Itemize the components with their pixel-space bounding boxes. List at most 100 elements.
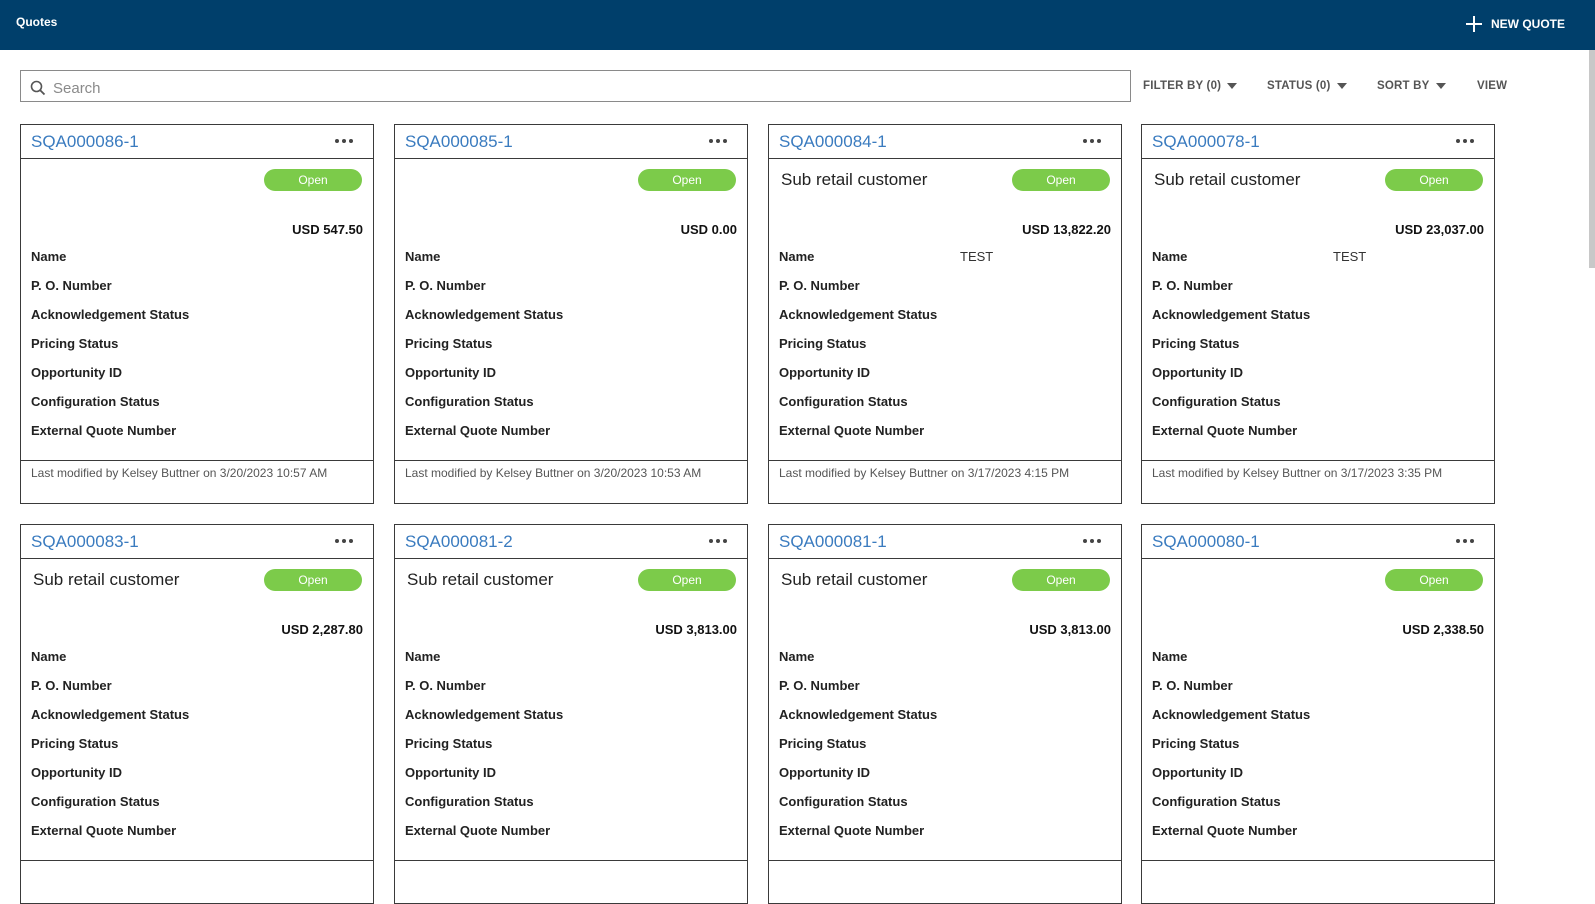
last-modified-text: Last modified by Kelsey Buttner on 3/20/…	[405, 466, 702, 480]
card-divider	[769, 860, 1121, 861]
status-badge: Open	[1385, 569, 1483, 591]
field-label-config-status: Configuration Status	[31, 794, 160, 809]
field-label-name: Name	[1152, 249, 1188, 264]
field-label-po-number: P. O. Number	[1152, 678, 1233, 693]
customer-name: Sub retail customer	[1154, 170, 1301, 189]
new-quote-button[interactable]: NEW QUOTE	[1465, 13, 1565, 35]
card-header: SQA000080-1	[1142, 525, 1494, 559]
field-label-po-number: P. O. Number	[405, 678, 486, 693]
status-badge: Open	[638, 169, 736, 191]
quote-id-link[interactable]: SQA000081-2	[405, 532, 513, 552]
more-options-icon[interactable]	[335, 139, 353, 143]
customer-name: Sub retail customer	[33, 570, 180, 589]
field-label-opportunity-id: Opportunity ID	[1152, 765, 1243, 780]
quote-amount: USD 13,822.20	[1022, 222, 1111, 237]
quote-amount: USD 23,037.00	[1395, 222, 1484, 237]
more-options-icon[interactable]	[709, 139, 727, 143]
field-label-pricing-status: Pricing Status	[405, 736, 493, 751]
card-divider	[21, 460, 373, 461]
last-modified-text: Last modified by Kelsey Buttner on 3/17/…	[779, 466, 1070, 480]
field-label-opportunity-id: Opportunity ID	[405, 365, 496, 380]
card-divider	[395, 460, 747, 461]
quote-card[interactable]: SQA000081-1 Sub retail customer Open USD 3,…	[768, 524, 1122, 904]
more-options-icon[interactable]	[1456, 139, 1474, 143]
card-divider	[1142, 460, 1494, 461]
more-options-icon[interactable]	[709, 539, 727, 543]
field-label-opportunity-id: Opportunity ID	[405, 765, 496, 780]
card-header: SQA000081-2	[395, 525, 747, 559]
last-modified-text: Last modified by Kelsey Buttner on 3/20/…	[31, 466, 328, 480]
field-label-po-number: P. O. Number	[31, 278, 112, 293]
caret-down-icon	[1227, 83, 1238, 89]
status-badge: Open	[638, 569, 736, 591]
field-label-pricing-status: Pricing Status	[1152, 736, 1240, 751]
field-label-pricing-status: Pricing Status	[405, 336, 493, 351]
field-label-pricing-status: Pricing Status	[1152, 336, 1240, 351]
name-value: TEST	[960, 249, 994, 264]
quote-card[interactable]: SQA000081-2 Sub retail customer Open USD 3,…	[394, 524, 748, 904]
field-label-po-number: P. O. Number	[31, 678, 112, 693]
field-label-config-status: Configuration Status	[405, 394, 534, 409]
sort-by-label: SORT BY	[1377, 80, 1430, 92]
field-label-name: Name	[1152, 649, 1188, 664]
quote-id-link[interactable]: SQA000085-1	[405, 132, 513, 152]
field-label-config-status: Configuration Status	[1152, 794, 1281, 809]
status-badge: Open	[1012, 169, 1110, 191]
status-badge: Open	[1385, 169, 1483, 191]
field-label-external-quote: External Quote Number	[1152, 423, 1298, 438]
field-label-name: Name	[779, 249, 815, 264]
more-options-icon[interactable]	[1456, 539, 1474, 543]
card-header: SQA000083-1	[21, 525, 373, 559]
field-label-external-quote: External Quote Number	[779, 823, 925, 838]
sort-by-dropdown[interactable]: SORT BY	[1377, 80, 1446, 92]
caret-down-icon	[1336, 83, 1347, 89]
quote-card[interactable]: SQA000085-1 Open USD 0.00 Name P. O. Number A…	[394, 124, 748, 504]
filter-by-label: FILTER BY (0)	[1143, 80, 1222, 92]
field-label-po-number: P. O. Number	[405, 278, 486, 293]
quote-card[interactable]: SQA000084-1 Sub retail customer Open USD 13…	[768, 124, 1122, 504]
more-options-icon[interactable]	[1083, 539, 1101, 543]
status-dropdown[interactable]: STATUS (0)	[1267, 80, 1347, 92]
field-label-pricing-status: Pricing Status	[779, 736, 867, 751]
view-button[interactable]: VIEW	[1477, 80, 1507, 92]
search-box[interactable]	[20, 70, 1131, 102]
quote-card[interactable]: SQA000080-1 Open USD 2,338.50 Name P. O. Num…	[1141, 524, 1495, 904]
card-header: SQA000081-1	[769, 525, 1121, 559]
field-label-external-quote: External Quote Number	[405, 823, 551, 838]
field-label-config-status: Configuration Status	[779, 394, 908, 409]
quote-id-link[interactable]: SQA000078-1	[1152, 132, 1260, 152]
quote-id-link[interactable]: SQA000080-1	[1152, 532, 1260, 552]
field-label-opportunity-id: Opportunity ID	[31, 765, 122, 780]
field-label-ack-status: Acknowledgement Status	[405, 707, 564, 722]
card-divider	[1142, 860, 1494, 861]
field-label-pricing-status: Pricing Status	[31, 736, 119, 751]
quote-amount: USD 3,813.00	[655, 622, 737, 637]
quote-id-link[interactable]: SQA000081-1	[779, 532, 887, 552]
filter-by-dropdown[interactable]: FILTER BY (0)	[1143, 80, 1238, 92]
quote-card[interactable]: SQA000078-1 Sub retail customer Open USD 23…	[1141, 124, 1495, 504]
field-label-external-quote: External Quote Number	[779, 423, 925, 438]
scrollbar[interactable]	[1589, 50, 1595, 268]
card-divider	[21, 860, 373, 861]
quote-id-link[interactable]: SQA000086-1	[31, 132, 139, 152]
quote-card[interactable]: SQA000086-1 Open USD 547.50 Name P. O. Numbe…	[20, 124, 374, 504]
top-bar: Quotes NEW QUOTE	[0, 0, 1595, 50]
field-label-external-quote: External Quote Number	[31, 423, 177, 438]
quote-amount: USD 2,287.80	[281, 622, 363, 637]
more-options-icon[interactable]	[1083, 139, 1101, 143]
field-label-name: Name	[31, 649, 67, 664]
field-label-config-status: Configuration Status	[405, 794, 534, 809]
name-value: TEST	[1333, 249, 1367, 264]
card-divider	[395, 860, 747, 861]
more-options-icon[interactable]	[335, 539, 353, 543]
search-input[interactable]	[51, 77, 1115, 99]
field-label-ack-status: Acknowledgement Status	[779, 707, 938, 722]
quote-card[interactable]: SQA000083-1 Sub retail customer Open USD 2,…	[20, 524, 374, 904]
quote-id-link[interactable]: SQA000084-1	[779, 132, 887, 152]
field-label-ack-status: Acknowledgement Status	[405, 307, 564, 322]
quote-id-link[interactable]: SQA000083-1	[31, 532, 139, 552]
search-icon	[30, 80, 46, 96]
field-label-ack-status: Acknowledgement Status	[779, 307, 938, 322]
plus-icon	[1465, 15, 1483, 33]
field-label-opportunity-id: Opportunity ID	[779, 765, 870, 780]
